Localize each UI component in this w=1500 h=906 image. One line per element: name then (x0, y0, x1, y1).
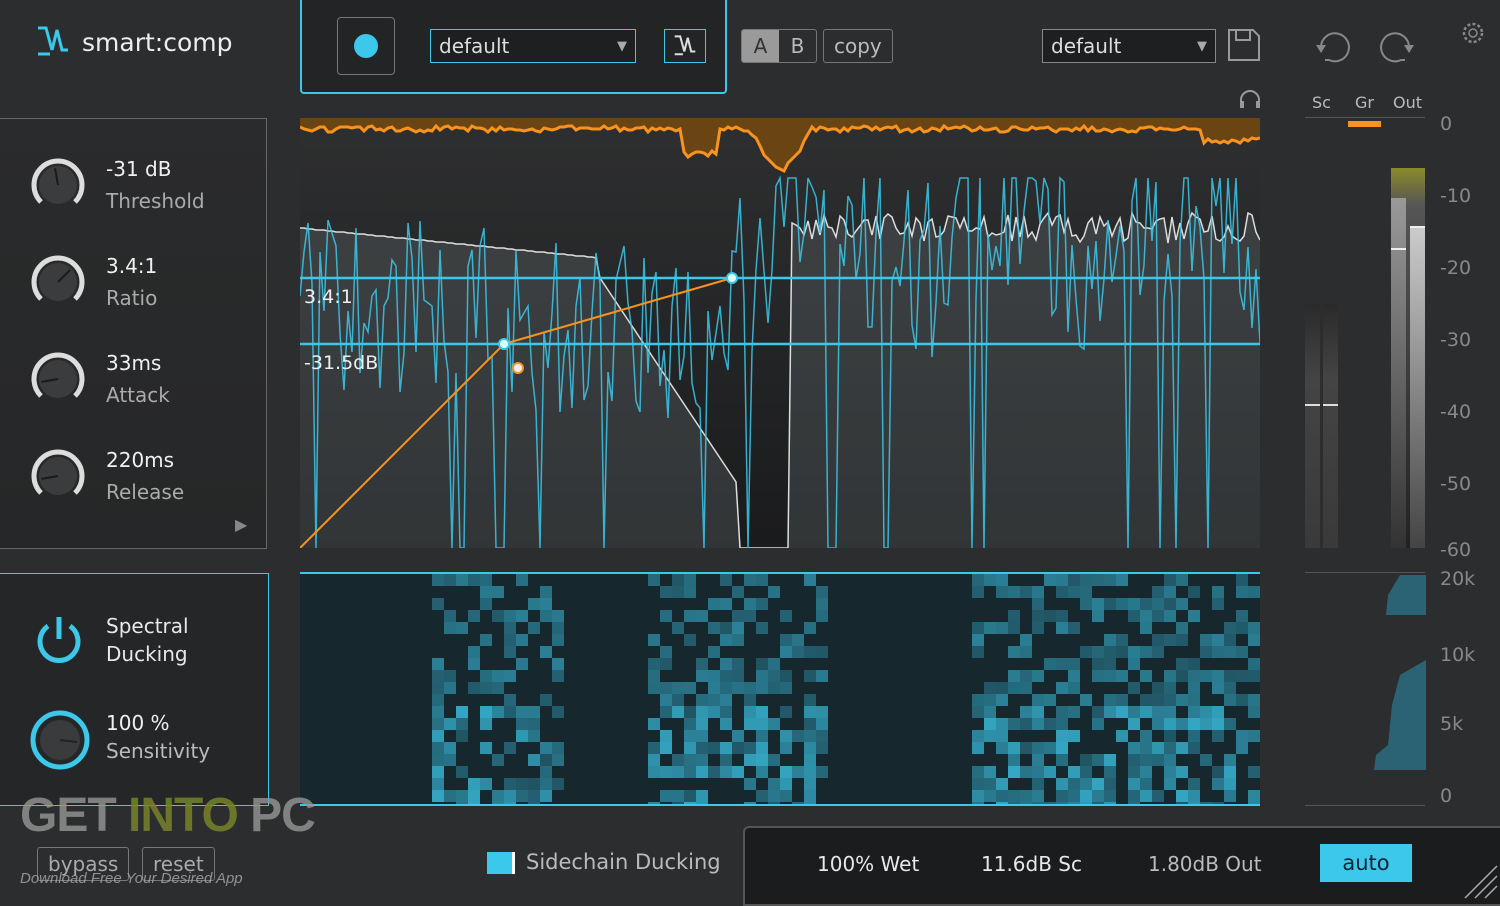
app-title: smart:comp (82, 27, 233, 57)
a-button[interactable]: A (742, 30, 779, 62)
compression-graph[interactable]: 3.4:1 -31.5dB (300, 118, 1260, 548)
db-scale-tick: -60 (1440, 539, 1472, 561)
db-scale-tick: -20 (1440, 257, 1472, 279)
gain-reduction-meter (1348, 121, 1381, 127)
gear-icon[interactable] (1461, 21, 1485, 45)
knob-value: 220ms (106, 448, 175, 472)
redo-icon[interactable] (1373, 28, 1417, 64)
knob-release[interactable]: 220ms Release (28, 446, 184, 506)
watermark-subtitle: Download Free Your Desired App (20, 870, 243, 887)
db-scale-tick: 0 (1440, 113, 1453, 135)
knob-label: Threshold (106, 189, 205, 213)
b-button[interactable]: B (779, 30, 816, 62)
freq-scale-tick: 5k (1440, 713, 1464, 735)
compressor-panel: -31 dB Threshold 3.4:1 Ratio 33ms Attack 220ms… (0, 118, 267, 549)
logo-icon (38, 26, 68, 56)
meter-label-gr: Gr (1355, 93, 1374, 112)
sidechain-meter (1305, 304, 1338, 548)
undo-icon[interactable] (1313, 28, 1357, 64)
knob-value: 33ms (106, 351, 162, 375)
record-dot-icon (354, 34, 378, 58)
knob-label: Ratio (106, 286, 158, 310)
knob-attack[interactable]: 33ms Attack (28, 349, 170, 409)
knob-ratio[interactable]: 3.4:1 Ratio (28, 252, 157, 312)
meter-label-out: Out (1393, 93, 1423, 112)
freq-scale-tick: 10k (1440, 644, 1476, 666)
profile-panel: default ▼ (300, 0, 727, 94)
spectral-ducking-panel: Spectral Ducking 100 % Sensitivity (0, 573, 269, 806)
knob-dial[interactable] (28, 252, 88, 312)
spectral-ducking-label: Spectral (106, 614, 189, 638)
chevron-down-icon: ▼ (1197, 38, 1207, 54)
freq-scale-tick: 20k (1440, 568, 1476, 590)
output-panel: 100% Wet 11.6dB Sc 1.80dB Out auto (743, 826, 1500, 906)
knob-dial[interactable] (28, 349, 88, 409)
db-scale-tick: -10 (1440, 185, 1472, 207)
sidechain-ducking-label: Sidechain Ducking (526, 850, 721, 874)
watermark: GET INTO PC (20, 789, 316, 842)
app-logo: smart:comp (36, 26, 232, 58)
learn-button[interactable] (337, 17, 395, 75)
ratio-line-label: 3.4:1 (304, 286, 353, 308)
logo-icon (674, 35, 696, 56)
knob-threshold[interactable]: -31 dB Threshold (28, 155, 205, 215)
copy-button[interactable]: copy (823, 29, 893, 63)
knob-dial[interactable] (28, 446, 88, 506)
sidechain-spectrum (1374, 575, 1426, 770)
threshold-line-label: -31.5dB (304, 352, 379, 374)
preset-dropdown[interactable]: default ▼ (1042, 29, 1216, 63)
resize-handle-icon[interactable] (1463, 864, 1499, 900)
chevron-down-icon: ▼ (617, 38, 627, 54)
sensitivity-knob[interactable] (29, 709, 91, 771)
profile-dropdown[interactable]: default ▼ (430, 29, 636, 63)
knob-label: Release (106, 480, 185, 504)
spectrogram (300, 572, 1260, 806)
headphones-icon[interactable] (1238, 89, 1262, 109)
sidechain-ducking-checkbox[interactable] (487, 852, 515, 874)
power-icon[interactable] (34, 614, 84, 664)
save-icon[interactable] (1227, 28, 1261, 62)
profile-value: default (439, 34, 510, 58)
preset-value: default (1051, 34, 1122, 58)
knob-value: -31 dB (106, 157, 172, 181)
meter-label-sc: Sc (1312, 93, 1331, 112)
profile-logo-button[interactable] (664, 29, 706, 63)
sensitivity-label: Sensitivity (106, 739, 211, 763)
waveform-display (300, 118, 1260, 548)
db-scale-tick: -50 (1440, 473, 1472, 495)
knob-label: Attack (106, 383, 170, 407)
output-meter (1391, 168, 1425, 548)
sensitivity-value: 100 % (106, 711, 170, 735)
knob-value: 3.4:1 (106, 254, 158, 278)
wet-value[interactable]: 100% Wet (817, 852, 919, 876)
db-scale-tick: -30 (1440, 329, 1472, 351)
expand-arrow-icon[interactable]: ▶ (235, 515, 247, 534)
auto-button[interactable]: auto (1320, 844, 1412, 882)
sidechain-value[interactable]: 11.6dB Sc (981, 852, 1082, 876)
output-gain-value[interactable]: 1.80dB Out (1148, 852, 1262, 876)
spectral-ducking-label-2: Ducking (106, 642, 188, 666)
knob-dial[interactable] (28, 155, 88, 215)
freq-scale-tick: 0 (1440, 785, 1453, 807)
db-scale-tick: -40 (1440, 401, 1472, 423)
ab-controls: AB copy (741, 29, 893, 63)
